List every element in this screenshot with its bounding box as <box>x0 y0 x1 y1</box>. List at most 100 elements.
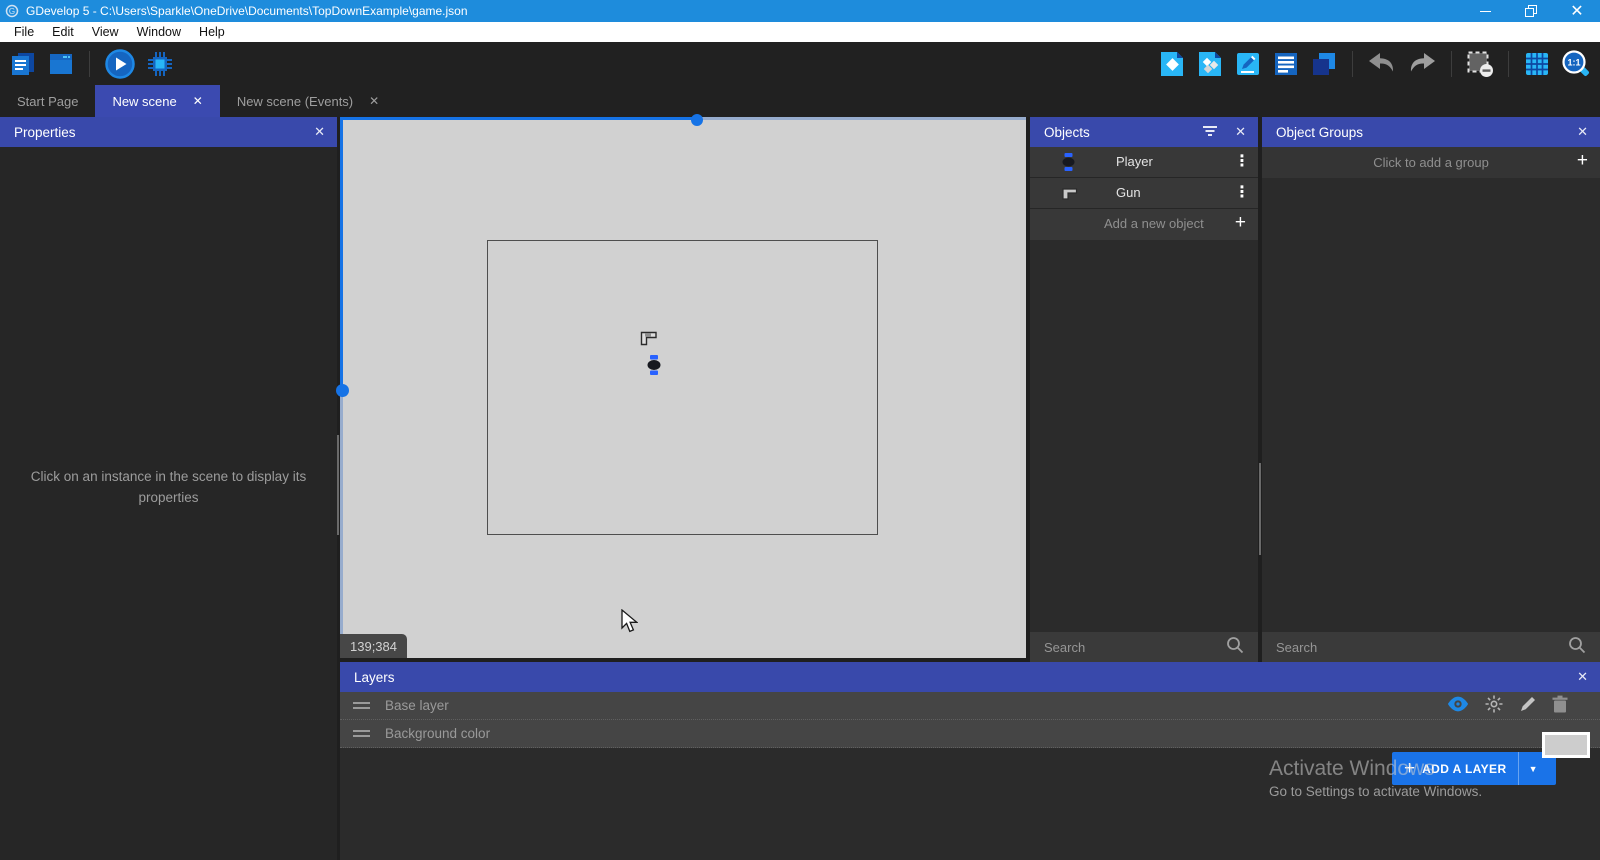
toolbar-separator <box>89 51 90 77</box>
debug-icon[interactable] <box>146 50 174 78</box>
object-groups-search-bar <box>1262 632 1600 662</box>
object-menu-icon[interactable]: ⋮ <box>1234 151 1250 173</box>
minimize-button[interactable] <box>1462 0 1508 22</box>
add-object-label: Add a new object <box>1104 216 1204 231</box>
player-instance[interactable] <box>647 355 661 380</box>
objects-scrollbar-thumb[interactable] <box>1259 463 1261 555</box>
gun-object-icon <box>1062 187 1078 205</box>
menu-window[interactable]: Window <box>128 25 190 39</box>
layer-row-background-color[interactable]: Background color <box>340 720 1600 748</box>
scene-canvas[interactable]: 139;384 <box>340 117 1026 658</box>
menu-help[interactable]: Help <box>190 25 234 39</box>
object-groups-header: Object Groups ✕ <box>1262 117 1600 147</box>
toolbar-left-group <box>9 48 174 80</box>
object-menu-icon[interactable]: ⋮ <box>1234 182 1250 204</box>
object-row-player[interactable]: Player ⋮ <box>1030 147 1258 178</box>
close-icon[interactable]: ✕ <box>1577 117 1588 147</box>
toolbar-right-group: 1:1 <box>1158 49 1591 79</box>
window-controls: ✕ <box>1462 0 1600 22</box>
tab-bar: Start Page New scene ✕ New scene (Events… <box>0 85 1600 117</box>
plus-icon[interactable]: + <box>1577 150 1588 172</box>
cursor-coordinates-badge: 139;384 <box>340 634 407 658</box>
svg-text:1:1: 1:1 <box>1567 57 1580 67</box>
trash-icon[interactable] <box>1552 695 1568 718</box>
search-icon <box>1568 636 1586 659</box>
objects-search-bar <box>1030 632 1258 662</box>
horizontal-scroll-indicator[interactable] <box>340 117 1026 120</box>
layers-header: Layers ✕ <box>340 662 1600 692</box>
zoom-1-1-icon[interactable]: 1:1 <box>1561 49 1591 79</box>
object-name: Gun <box>1116 185 1141 200</box>
layer-row-base[interactable]: Base layer <box>340 692 1600 720</box>
events-sheet-icon[interactable] <box>1272 50 1300 78</box>
object-groups-icon[interactable] <box>1196 50 1224 78</box>
gdevelop-logo-icon: G <box>5 4 19 18</box>
layers-toolbar-icon[interactable] <box>1310 50 1338 78</box>
close-icon[interactable]: ✕ <box>1235 117 1246 147</box>
drag-handle-icon[interactable] <box>353 702 370 709</box>
add-group-row[interactable]: Click to add a group + <box>1262 147 1600 178</box>
start-page-icon[interactable] <box>47 50 75 78</box>
toolbar-separator <box>1451 51 1452 77</box>
object-name: Player <box>1116 154 1153 169</box>
tab-label: Start Page <box>17 94 78 109</box>
window-title: GDevelop 5 - C:\Users\Sparkle\OneDrive\D… <box>26 4 468 18</box>
toolbar: 1:1 <box>0 42 1600 85</box>
plus-icon[interactable]: + <box>1235 212 1246 234</box>
visibility-eye-icon[interactable] <box>1447 696 1469 717</box>
objects-search-input[interactable] <box>1044 640 1226 655</box>
tab-new-scene[interactable]: New scene ✕ <box>95 85 219 117</box>
panel-title: Properties <box>14 125 76 140</box>
chevron-down-icon[interactable]: ▼ <box>1519 764 1548 774</box>
mouse-cursor-icon <box>620 609 638 640</box>
properties-empty-message: Click on an instance in the scene to dis… <box>0 467 337 509</box>
close-icon[interactable]: ✕ <box>314 117 325 147</box>
properties-scrollbar-thumb[interactable] <box>337 435 339 535</box>
add-object-row[interactable]: Add a new object + <box>1030 209 1258 240</box>
object-groups-panel: Object Groups ✕ Click to add a group + <box>1262 117 1600 662</box>
add-object-icon[interactable] <box>1158 50 1186 78</box>
activate-windows-subtext: Go to Settings to activate Windows. <box>1269 784 1482 799</box>
vertical-scroll-thumb[interactable] <box>336 384 349 397</box>
tab-start-page[interactable]: Start Page <box>0 85 95 117</box>
panel-title: Layers <box>354 670 395 685</box>
restore-button[interactable] <box>1508 0 1554 22</box>
play-preview-icon[interactable] <box>104 48 136 80</box>
search-icon <box>1226 636 1244 659</box>
svg-text:G: G <box>9 7 15 16</box>
undo-icon[interactable] <box>1367 51 1397 77</box>
tab-label: New scene <box>112 94 176 109</box>
add-group-label: Click to add a group <box>1373 155 1489 170</box>
drag-handle-icon[interactable] <box>353 730 370 737</box>
filter-icon[interactable] <box>1202 124 1218 141</box>
project-manager-icon[interactable] <box>9 50 37 78</box>
panel-title: Object Groups <box>1276 125 1363 140</box>
menu-bar: File Edit View Window Help <box>0 22 1600 42</box>
redo-icon[interactable] <box>1407 51 1437 77</box>
game-window-bounds <box>487 240 878 535</box>
tab-label: New scene (Events) <box>237 94 353 109</box>
close-icon[interactable]: ✕ <box>369 94 379 108</box>
menu-file[interactable]: File <box>5 25 43 39</box>
grid-icon[interactable] <box>1523 50 1551 78</box>
background-color-swatch[interactable] <box>1542 732 1590 758</box>
menu-edit[interactable]: Edit <box>43 25 83 39</box>
effects-icon[interactable] <box>1484 694 1504 719</box>
object-row-gun[interactable]: Gun ⋮ <box>1030 178 1258 209</box>
menu-view[interactable]: View <box>83 25 128 39</box>
deselect-icon[interactable] <box>1466 50 1494 78</box>
tab-new-scene-events[interactable]: New scene (Events) ✕ <box>220 85 396 117</box>
properties-panel: Properties ✕ Click on an instance in the… <box>0 117 337 860</box>
close-button[interactable]: ✕ <box>1554 0 1600 22</box>
close-icon[interactable]: ✕ <box>1577 662 1588 692</box>
player-object-icon <box>1062 153 1075 176</box>
close-icon[interactable]: ✕ <box>193 94 203 108</box>
toolbar-separator <box>1508 51 1509 77</box>
gun-instance[interactable] <box>640 331 658 351</box>
horizontal-scroll-thumb[interactable] <box>691 114 703 126</box>
object-groups-search-input[interactable] <box>1276 640 1568 655</box>
objects-header: Objects ✕ <box>1030 117 1258 147</box>
panel-title: Objects <box>1044 125 1090 140</box>
edit-pencil-icon[interactable] <box>1519 695 1537 718</box>
scene-properties-icon[interactable] <box>1234 50 1262 78</box>
